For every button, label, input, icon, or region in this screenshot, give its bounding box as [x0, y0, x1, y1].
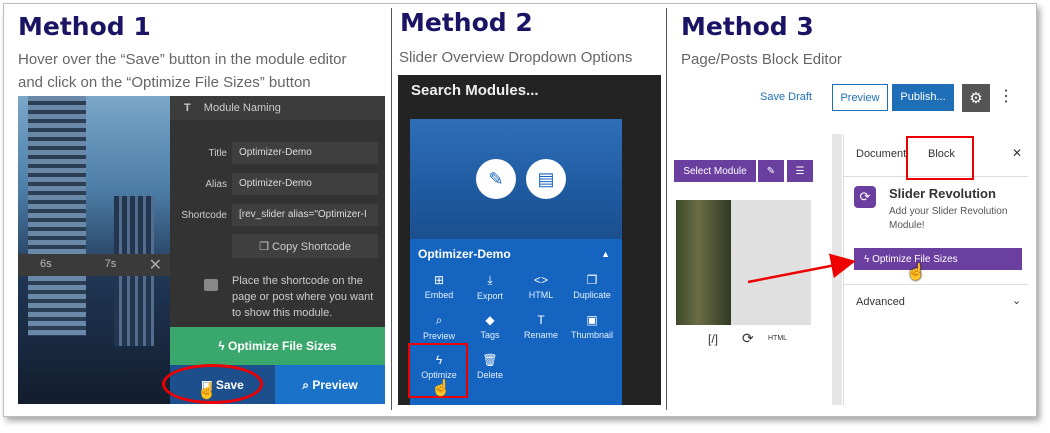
pointer-arrow [747, 253, 856, 284]
